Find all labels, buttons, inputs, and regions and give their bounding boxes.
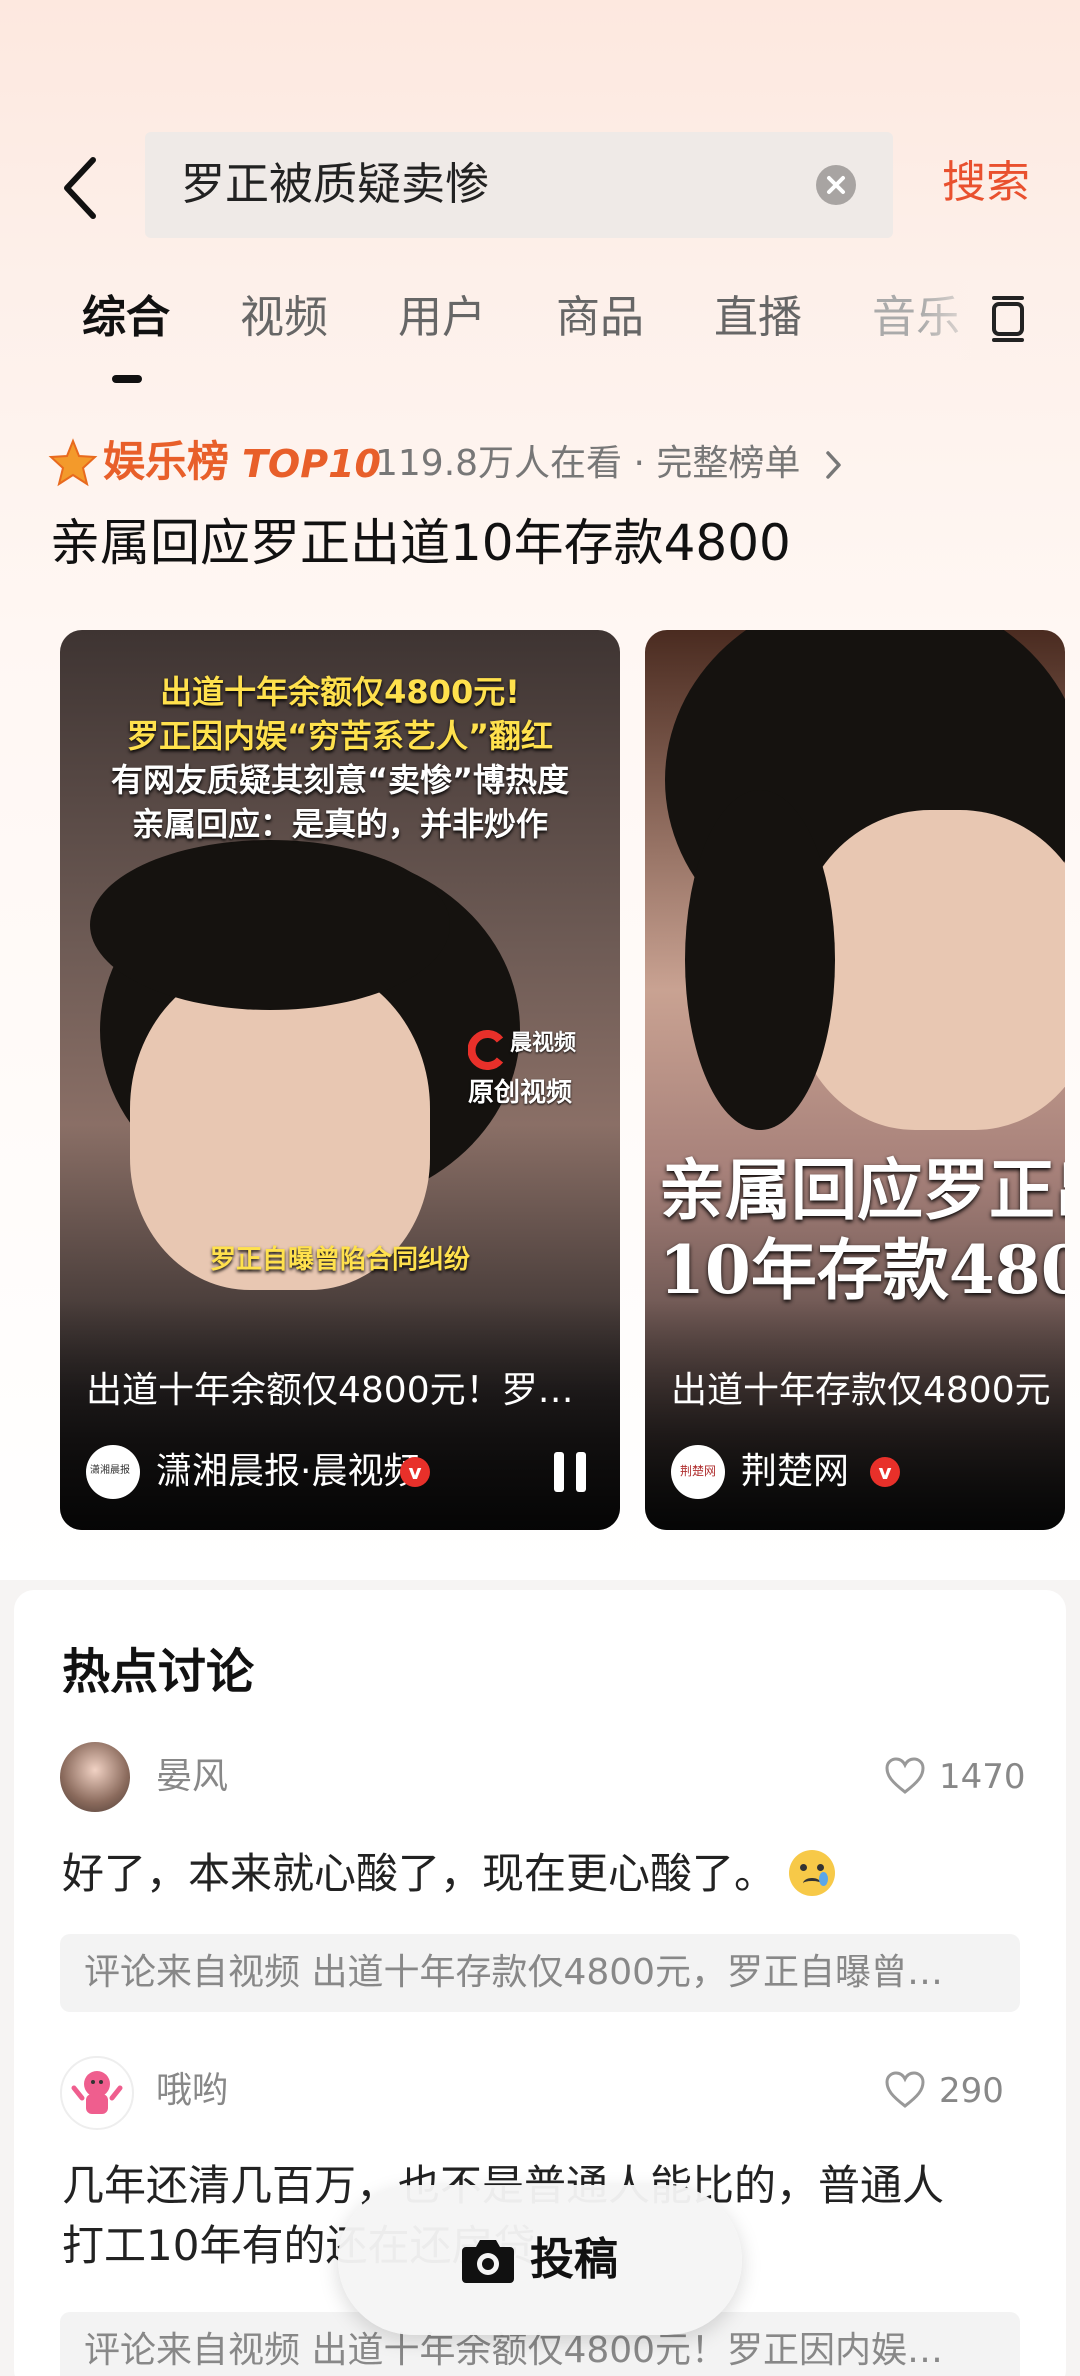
- ranking-meta[interactable]: 119.8万人在看 · 完整榜单: [375, 438, 800, 490]
- tab-users[interactable]: 用户: [398, 290, 486, 346]
- comment-username[interactable]: 哦哟: [156, 2068, 228, 2114]
- avatar-text: 荆楚网: [680, 1464, 717, 1478]
- search-query-text: 罗正被质疑卖惨: [181, 159, 489, 210]
- chevron-left-icon: [64, 157, 96, 219]
- channel-logo-text: 晨视频: [510, 1031, 577, 1056]
- like-count: 290: [939, 2071, 1004, 2111]
- comment-text: 好了，本来就心酸了，现在更心酸了。: [62, 1844, 1022, 1904]
- tab-active-indicator: [112, 375, 142, 383]
- source-avatar[interactable]: 荆楚网: [671, 1445, 725, 1499]
- video-overlay-text: 罗正因内娱“穷苦系艺人”翻红: [126, 717, 554, 755]
- video-card[interactable]: 亲属回应罗正出 10年存款4800 出道十年存款仅4800元 荆楚网 荆楚网 v: [645, 630, 1065, 1530]
- post-button-label: 投稿: [530, 2234, 618, 2285]
- comment-username[interactable]: 晏风: [156, 1754, 228, 1800]
- verified-badge: v: [870, 1457, 900, 1487]
- tab-live[interactable]: 直播: [714, 290, 802, 346]
- chevron-right-icon[interactable]: [822, 448, 844, 482]
- ranking-top-badge: TOP10: [242, 442, 381, 486]
- avatar-figure-icon: [71, 2071, 123, 2114]
- video-thumbnail-face: [795, 810, 1065, 1130]
- source-avatar[interactable]: 潇湘晨报: [86, 1445, 140, 1499]
- search-button[interactable]: 搜索: [942, 156, 1030, 210]
- heart-icon[interactable]: [884, 1756, 926, 1796]
- tab-fade: [920, 280, 990, 360]
- video-title: 出道十年余额仅4800元！罗正因内娱…: [86, 1370, 596, 1411]
- video-thumbnail-hair: [90, 840, 450, 1010]
- video-card[interactable]: 出道十年余额仅4800元! 罗正因内娱“穷苦系艺人”翻红 有网友质疑其刻意“卖惨…: [60, 630, 620, 1530]
- video-overlay-text: 亲属回应罗正出: [659, 1151, 1065, 1229]
- search-input[interactable]: 罗正被质疑卖惨: [145, 132, 893, 238]
- star-icon: [48, 438, 98, 487]
- heart-icon[interactable]: [884, 2070, 926, 2110]
- avatar-text: 潇湘晨报: [90, 1465, 130, 1476]
- video-source[interactable]: 潇湘晨报·晨视频: [156, 1448, 419, 1496]
- verified-badge: v: [400, 1457, 430, 1487]
- comment-text-body: 好了，本来就心酸了，现在更心酸了。: [62, 1849, 777, 1898]
- avatar[interactable]: [60, 1742, 130, 1812]
- channel-logo-sub: 原创视频: [468, 1078, 573, 1108]
- section-title: 热点讨论: [62, 1644, 255, 1700]
- video-title: 出道十年存款仅4800元: [671, 1370, 1051, 1411]
- video-overlay-text: 出道十年余额仅4800元!: [160, 673, 520, 711]
- camera-icon: [462, 2240, 514, 2283]
- video-overlay-text: 有网友质疑其刻意“卖惨”博热度: [110, 761, 570, 799]
- close-circle-icon[interactable]: [815, 164, 857, 206]
- tab-all[interactable]: 综合: [82, 290, 170, 346]
- pause-icon[interactable]: [550, 1450, 590, 1494]
- video-overlay-text: 10年存款4800: [659, 1231, 1065, 1309]
- video-source[interactable]: 荆楚网: [741, 1448, 849, 1496]
- comment-source[interactable]: 评论来自视频 出道十年存款仅4800元，罗正自曝曾…: [60, 1934, 1020, 2012]
- comment-source-text: 评论来自视频 出道十年存款仅4800元，罗正自曝曾…: [84, 1952, 944, 1993]
- crying-face-emoji: [789, 1850, 836, 1896]
- channel-logo-icon: [468, 1030, 504, 1070]
- tab-products[interactable]: 商品: [556, 290, 644, 346]
- video-caption: 罗正自曝曾陷合同纠纷: [209, 1245, 470, 1275]
- avatar[interactable]: [60, 2056, 134, 2130]
- tab-menu-icon[interactable]: [988, 296, 1028, 342]
- video-thumbnail-hair: [685, 790, 835, 1130]
- tab-video[interactable]: 视频: [240, 290, 328, 346]
- like-count: 1470: [939, 1757, 1026, 1797]
- back-button[interactable]: [55, 150, 115, 226]
- ranking-title[interactable]: 娱乐榜: [103, 436, 229, 488]
- ranking-headline[interactable]: 亲属回应罗正出道10年存款4800: [50, 510, 791, 576]
- video-overlay-text: 亲属回应：是真的，并非炒作: [131, 805, 548, 843]
- post-button[interactable]: 投稿: [338, 2185, 742, 2335]
